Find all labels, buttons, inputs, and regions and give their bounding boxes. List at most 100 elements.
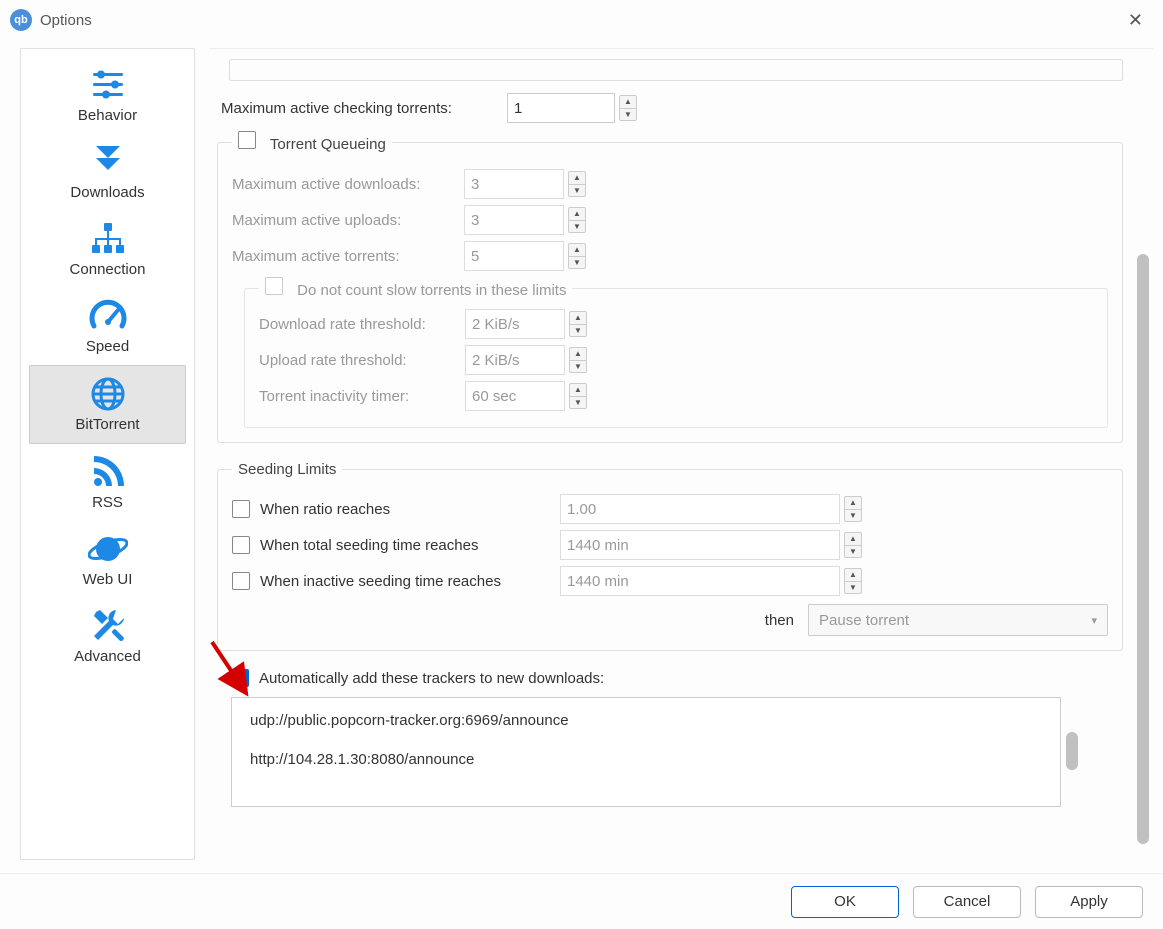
torrent-queueing-checkbox[interactable] bbox=[238, 131, 256, 149]
auto-trackers-label: Automatically add these trackers to new … bbox=[259, 670, 604, 687]
sidebar-item-label: RSS bbox=[92, 494, 123, 511]
chevron-up-icon[interactable]: ▲ bbox=[845, 533, 861, 546]
chevron-up-icon[interactable]: ▲ bbox=[620, 96, 636, 109]
dl-threshold-row: Download rate threshold: 2 KiB/s ▲▼ bbox=[259, 309, 1093, 339]
chevron-up-icon[interactable]: ▲ bbox=[570, 348, 586, 361]
textarea-scrollbar[interactable] bbox=[1066, 732, 1078, 770]
spinner-buttons[interactable]: ▲▼ bbox=[844, 568, 862, 594]
spinner-buttons[interactable]: ▲▼ bbox=[619, 95, 637, 121]
max-active-uploads-label: Maximum active uploads: bbox=[232, 212, 464, 229]
inactive-time-checkbox[interactable] bbox=[232, 572, 250, 590]
spinner-buttons[interactable]: ▲▼ bbox=[568, 243, 586, 269]
dl-threshold-input[interactable]: 2 KiB/s bbox=[465, 309, 565, 339]
sidebar-item-connection[interactable]: Connection bbox=[29, 211, 186, 288]
tracker-line: udp://public.popcorn-tracker.org:6969/an… bbox=[250, 712, 1042, 729]
network-icon bbox=[29, 217, 186, 261]
inactivity-input[interactable]: 60 sec bbox=[465, 381, 565, 411]
sidebar-item-webui[interactable]: Web UI bbox=[29, 521, 186, 598]
content-scrollbar[interactable] bbox=[1137, 254, 1149, 844]
max-active-uploads-row: Maximum active uploads: 3 ▲▼ bbox=[232, 205, 1108, 235]
chevron-down-icon[interactable]: ▼ bbox=[570, 361, 586, 373]
auto-trackers-textarea[interactable]: udp://public.popcorn-tracker.org:6969/an… bbox=[231, 697, 1061, 807]
sidebar-item-advanced[interactable]: Advanced bbox=[29, 598, 186, 675]
ok-button[interactable]: OK bbox=[791, 886, 899, 918]
sidebar-item-speed[interactable]: Speed bbox=[29, 288, 186, 365]
total-time-row: When total seeding time reaches 1440 min… bbox=[232, 530, 1108, 560]
spinner-buttons[interactable]: ▲▼ bbox=[569, 383, 587, 409]
ratio-checkbox[interactable] bbox=[232, 500, 250, 518]
chevron-up-icon[interactable]: ▲ bbox=[845, 497, 861, 510]
chevron-up-icon[interactable]: ▲ bbox=[570, 384, 586, 397]
spinner-buttons[interactable]: ▲▼ bbox=[569, 347, 587, 373]
chevron-down-icon[interactable]: ▼ bbox=[569, 221, 585, 233]
chevron-down-icon[interactable]: ▼ bbox=[570, 397, 586, 409]
max-active-torrents-input[interactable]: 5 bbox=[464, 241, 564, 271]
sidebar-item-label: Web UI bbox=[83, 571, 133, 588]
chevron-down-icon[interactable]: ▼ bbox=[569, 257, 585, 269]
max-active-downloads-input[interactable]: 3 bbox=[464, 169, 564, 199]
button-bar: OK Cancel Apply bbox=[0, 873, 1163, 929]
apply-button[interactable]: Apply bbox=[1035, 886, 1143, 918]
sidebar-item-downloads[interactable]: Downloads bbox=[29, 134, 186, 211]
chevron-down-icon[interactable]: ▼ bbox=[845, 582, 861, 594]
ratio-row: When ratio reaches 1.00 ▲▼ bbox=[232, 494, 1108, 524]
chevron-down-icon[interactable]: ▼ bbox=[569, 185, 585, 197]
chevron-up-icon[interactable]: ▲ bbox=[569, 172, 585, 185]
sidebar-item-label: Downloads bbox=[70, 184, 144, 201]
scroll-area: Maximum active checking torrents: 1 ▲▼ T… bbox=[209, 49, 1153, 860]
chevron-down-icon[interactable]: ▼ bbox=[570, 325, 586, 337]
planet-icon bbox=[29, 527, 186, 571]
previous-group-bottom bbox=[229, 59, 1123, 81]
chevron-down-icon[interactable]: ▼ bbox=[845, 510, 861, 522]
spinner-buttons[interactable]: ▲▼ bbox=[844, 496, 862, 522]
max-active-checking-input[interactable]: 1 bbox=[507, 93, 615, 123]
chevron-down-icon[interactable]: ▼ bbox=[620, 109, 636, 121]
chevron-up-icon[interactable]: ▲ bbox=[569, 208, 585, 221]
spinner-buttons[interactable]: ▲▼ bbox=[568, 171, 586, 197]
globe-icon bbox=[30, 372, 185, 416]
chevron-up-icon[interactable]: ▲ bbox=[845, 569, 861, 582]
tracker-line: http://104.28.1.30:8080/announce bbox=[250, 751, 1042, 768]
auto-trackers-row: Automatically add these trackers to new … bbox=[231, 669, 1123, 687]
ul-threshold-input[interactable]: 2 KiB/s bbox=[465, 345, 565, 375]
seeding-limits-group: Seeding Limits When ratio reaches 1.00 ▲… bbox=[217, 461, 1123, 651]
slow-torrents-group: Do not count slow torrents in these limi… bbox=[244, 277, 1108, 428]
inactive-time-row: When inactive seeding time reaches 1440 … bbox=[232, 566, 1108, 596]
max-active-torrents-label: Maximum active torrents: bbox=[232, 248, 464, 265]
sidebar-item-label: Advanced bbox=[74, 648, 141, 665]
max-active-checking-row: Maximum active checking torrents: 1 ▲▼ bbox=[221, 93, 1123, 123]
chevron-down-icon[interactable]: ▼ bbox=[845, 546, 861, 558]
total-time-label: When total seeding time reaches bbox=[260, 537, 560, 554]
seeding-limits-legend: Seeding Limits bbox=[232, 461, 342, 478]
gauge-icon bbox=[29, 294, 186, 338]
chevron-up-icon[interactable]: ▲ bbox=[569, 244, 585, 257]
sidebar-item-bittorrent[interactable]: BitTorrent bbox=[29, 365, 186, 444]
inactive-time-input[interactable]: 1440 min bbox=[560, 566, 840, 596]
sidebar-item-rss[interactable]: RSS bbox=[29, 444, 186, 521]
max-active-checking-label: Maximum active checking torrents: bbox=[221, 100, 507, 117]
chevron-up-icon[interactable]: ▲ bbox=[570, 312, 586, 325]
dl-threshold-label: Download rate threshold: bbox=[259, 316, 465, 333]
sidebar-item-label: Speed bbox=[86, 338, 129, 355]
content-pane: Maximum active checking torrents: 1 ▲▼ T… bbox=[209, 48, 1153, 860]
spinner-buttons[interactable]: ▲▼ bbox=[569, 311, 587, 337]
cancel-button[interactable]: Cancel bbox=[913, 886, 1021, 918]
max-active-uploads-input[interactable]: 3 bbox=[464, 205, 564, 235]
max-active-downloads-label: Maximum active downloads: bbox=[232, 176, 464, 193]
total-time-input[interactable]: 1440 min bbox=[560, 530, 840, 560]
slow-torrents-checkbox[interactable] bbox=[265, 277, 283, 295]
sidebar-item-behavior[interactable]: Behavior bbox=[29, 57, 186, 134]
then-row: then Pause torrent ▾ bbox=[232, 604, 1108, 636]
auto-trackers-checkbox[interactable] bbox=[231, 669, 249, 687]
spinner-buttons[interactable]: ▲▼ bbox=[568, 207, 586, 233]
max-active-downloads-row: Maximum active downloads: 3 ▲▼ bbox=[232, 169, 1108, 199]
then-label: then bbox=[765, 612, 794, 629]
titlebar: qb Options ✕ bbox=[0, 0, 1163, 40]
ratio-input[interactable]: 1.00 bbox=[560, 494, 840, 524]
close-icon[interactable]: ✕ bbox=[1118, 6, 1153, 35]
inactive-time-label: When inactive seeding time reaches bbox=[260, 573, 560, 590]
ul-threshold-row: Upload rate threshold: 2 KiB/s ▲▼ bbox=[259, 345, 1093, 375]
then-action-select[interactable]: Pause torrent ▾ bbox=[808, 604, 1108, 636]
spinner-buttons[interactable]: ▲▼ bbox=[844, 532, 862, 558]
total-time-checkbox[interactable] bbox=[232, 536, 250, 554]
